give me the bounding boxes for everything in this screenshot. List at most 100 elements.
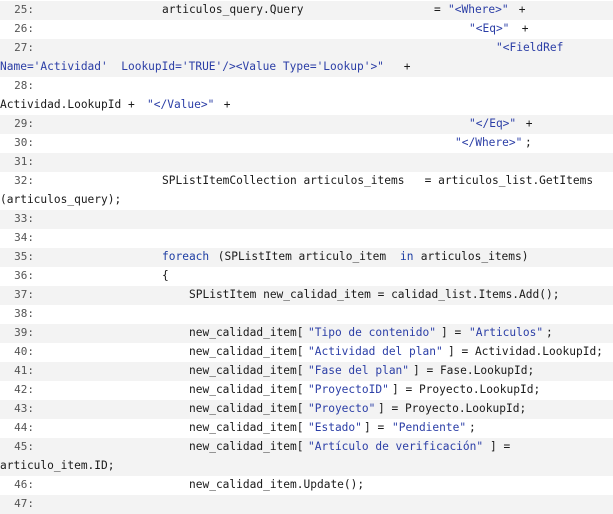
code-line: 40: new_calidad_item[ "Actividad del plan"… [0, 343, 613, 362]
code-line: (articulos_query); [0, 191, 613, 210]
code-text: articulos_query.Query [162, 3, 304, 16]
line-number: 37: [14, 288, 34, 301]
string-literal: "Artículo de verificación" [308, 440, 484, 453]
line-number: 27: [14, 41, 34, 54]
line-number: 44: [14, 421, 34, 434]
line-number: 36: [14, 269, 34, 282]
code-text: ] = [441, 326, 468, 339]
code-text: + [519, 117, 533, 130]
code-line: 38: [0, 305, 613, 324]
code-line: 47: [0, 495, 613, 514]
code-text: articulos_items) [414, 250, 529, 263]
string-literal: "Pendiente" [392, 421, 467, 434]
string-literal: "Actividad del plan" [308, 345, 443, 358]
code-text: { [162, 269, 169, 282]
line-number: 34: [14, 231, 34, 244]
code-line: 31: [0, 153, 613, 172]
code-text: (SPListItem articulo_item [211, 250, 393, 263]
code-line: 30: "</Where>"; [0, 134, 613, 153]
string-literal: "Articulos" [469, 326, 544, 339]
code-line: 27: "<FieldRef [0, 39, 613, 58]
code-text: = [434, 3, 448, 16]
code-line: articulo_item.ID; [0, 457, 613, 476]
string-literal: "Tipo de contenido" [308, 326, 436, 339]
code-text: ; [546, 326, 553, 339]
code-text: SPListItemCollection articulos_items = a… [162, 174, 594, 187]
string-literal: "</Value>" [147, 98, 215, 111]
line-number: 32: [14, 174, 34, 187]
line-number: 38: [14, 307, 34, 320]
code-line: 35: foreach (SPListItem articulo_item in … [0, 248, 613, 267]
code-text: new_calidad_item[ [189, 345, 304, 358]
code-line: 46: new_calidad_item.Update(); [0, 476, 613, 495]
code-text: + [515, 22, 529, 35]
code-line: 29: "</Eq>" + [0, 115, 613, 134]
string-literal: "Estado" [308, 421, 362, 434]
code-text: new_calidad_item[ [189, 364, 304, 377]
line-number: 28: [14, 79, 34, 92]
keyword: foreach [162, 250, 210, 263]
code-line: 25: articulos_query.Query = "<Where>" + [0, 1, 613, 20]
code-line: 32: SPListItemCollection articulos_items … [0, 172, 613, 191]
line-number: 41: [14, 364, 34, 377]
code-text: ] = Fase.LookupId; [413, 364, 535, 377]
string-literal: "Fase del plan" [308, 364, 410, 377]
string-literal: "ProyectoID" [308, 383, 389, 396]
line-number: 30: [14, 136, 34, 149]
line-number: 25: [14, 3, 34, 16]
string-literal: "<Eq>" [469, 22, 510, 35]
code-line: Actividad.LookupId + "</Value>" + [0, 96, 613, 115]
line-number: 29: [14, 117, 34, 130]
code-line: 33: [0, 210, 613, 229]
code-text: + [217, 98, 231, 111]
string-literal: "<Where>" [448, 3, 509, 16]
code-text: (articulos_query); [0, 193, 122, 206]
code-line: 41: new_calidad_item[ "Fase del plan"] = F… [0, 362, 613, 381]
code-text: articulo_item.ID; [0, 459, 115, 472]
code-text: ; [469, 421, 476, 434]
code-text: ] = [364, 421, 391, 434]
code-line: 37: SPListItem new_calidad_item = calidad… [0, 286, 613, 305]
code-line: Name='Actividad' LookupId='TRUE'/><Value… [0, 58, 613, 77]
code-line: 45: new_calidad_item[ "Artículo de verific… [0, 438, 613, 457]
line-number: 46: [14, 478, 34, 491]
string-literal: "</Where>" [455, 136, 523, 149]
line-number: 42: [14, 383, 34, 396]
code-text: new_calidad_item[ [189, 326, 304, 339]
line-number: 35: [14, 250, 34, 263]
code-text: new_calidad_item[ [189, 421, 304, 434]
keyword: in [400, 250, 414, 263]
code-text: ] = Proyecto.LookupId; [392, 383, 541, 396]
code-text: new_calidad_item[ [189, 440, 304, 453]
line-number: 33: [14, 212, 34, 225]
code-text: ] = [490, 440, 511, 453]
code-line: 42: new_calidad_item[ "ProyectoID"] = Proy… [0, 381, 613, 400]
code-text: Actividad.LookupId + [0, 98, 142, 111]
code-line: 39: new_calidad_item["Tipo de contenido"]… [0, 324, 613, 343]
code-line: 28: [0, 77, 613, 96]
code-line: 26: "<Eq>" + [0, 20, 613, 39]
line-number: 47: [14, 497, 34, 510]
code-text: ] = Actividad.LookupId; [448, 345, 603, 358]
code-line: 44: new_calidad_item[ "Estado"] = "Pendien… [0, 419, 613, 438]
code-text: new_calidad_item.Update(); [189, 478, 365, 491]
code-text: + [397, 60, 411, 73]
code-line: 34: [0, 229, 613, 248]
line-number: 31: [14, 155, 34, 168]
string-literal: "<FieldRef [496, 41, 564, 54]
code-line: 36: { [0, 267, 613, 286]
string-literal: Name='Actividad' LookupId='TRUE'/><Value… [0, 60, 384, 73]
line-number: 26: [14, 22, 34, 35]
string-literal: "</Eq>" [469, 117, 517, 130]
code-text: new_calidad_item[ [189, 383, 304, 396]
code-text: + [512, 3, 526, 16]
code-text: new_calidad_item[ [189, 402, 304, 415]
code-line: 43: new_calidad_item[ "Proyecto"] = Proyec… [0, 400, 613, 419]
line-number: 40: [14, 345, 34, 358]
code-text: ; [525, 136, 532, 149]
code-text: ] = Proyecto.LookupId; [378, 402, 527, 415]
code-text: SPListItem new_calidad_item = calidad_li… [189, 288, 560, 301]
string-literal: "Proyecto" [308, 402, 376, 415]
line-number: 45: [14, 440, 34, 453]
line-number: 43: [14, 402, 34, 415]
